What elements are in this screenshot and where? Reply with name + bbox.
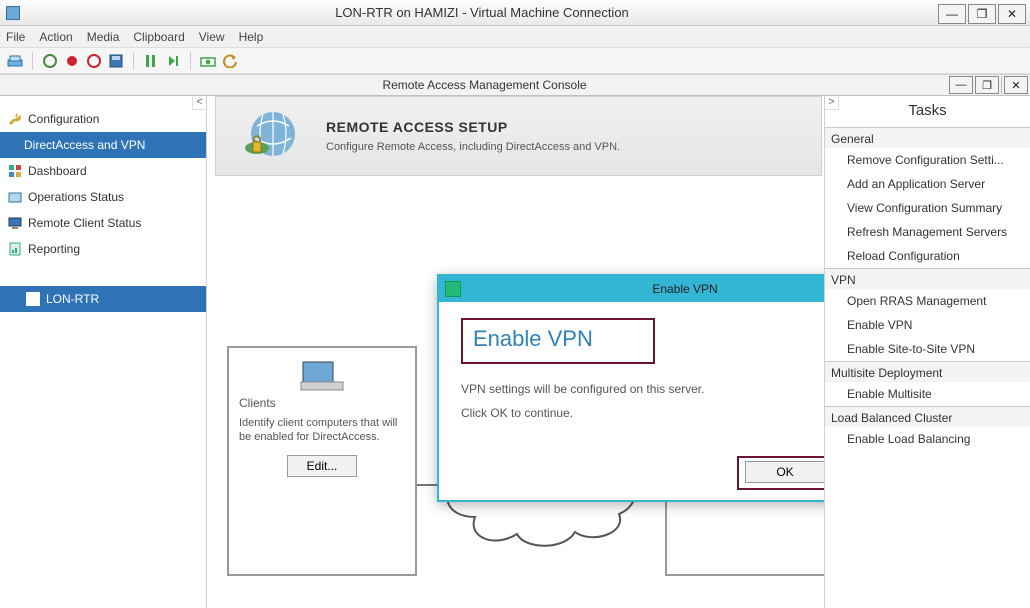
revert-icon[interactable]: [221, 52, 239, 70]
tasks-section-vpn: VPN: [825, 268, 1030, 289]
start-icon[interactable]: [41, 52, 59, 70]
nav-server-lon-rtr[interactable]: LON-RTR: [0, 286, 206, 312]
dialog-ok-highlight: OK: [737, 456, 824, 490]
nav-label: Remote Client Status: [28, 216, 141, 230]
dialog-titlebar[interactable]: Enable VPN ✕: [439, 276, 824, 302]
console-close-button[interactable]: ✕: [1004, 76, 1028, 94]
task-enable-s2s-vpn[interactable]: Enable Site-to-Site VPN: [825, 337, 1030, 361]
task-enable-vpn[interactable]: Enable VPN: [825, 313, 1030, 337]
dialog-line1: VPN settings will be configured on this …: [461, 382, 824, 396]
console-minimize-button[interactable]: —: [949, 76, 973, 94]
task-view-summary[interactable]: View Configuration Summary: [825, 196, 1030, 220]
nav-label: Operations Status: [28, 190, 124, 204]
console-title: Remote Access Management Console: [20, 78, 949, 92]
operations-icon: [8, 190, 22, 204]
step1-box: Clients Identify client computers that w…: [227, 346, 417, 576]
left-nav-pane: < Configuration DirectAccess and VPN Das…: [0, 96, 207, 608]
reset-icon[interactable]: [164, 52, 182, 70]
nav-label: Dashboard: [28, 164, 87, 178]
task-reload-config[interactable]: Reload Configuration: [825, 244, 1030, 268]
vm-maximize-button[interactable]: ❐: [968, 4, 996, 24]
tasks-section-multisite: Multisite Deployment: [825, 361, 1030, 382]
nav-label: Configuration: [28, 112, 99, 126]
step1-edit-button[interactable]: Edit...: [287, 455, 357, 477]
vm-window-buttons: — ❐ ✕: [938, 2, 1030, 24]
console-window-buttons: — ❐ ✕: [949, 76, 1028, 94]
banner-title: REMOTE ACCESS SETUP: [326, 119, 620, 135]
snapshot-icon[interactable]: [199, 52, 217, 70]
vm-titlebar: LON-RTR on HAMIZI - Virtual Machine Conn…: [0, 0, 1030, 26]
collapse-left-icon[interactable]: <: [192, 96, 206, 110]
menu-media[interactable]: Media: [87, 30, 120, 44]
menu-action[interactable]: Action: [39, 30, 72, 44]
center-canvas: REMOTE ACCESS SETUP Configure Remote Acc…: [207, 96, 824, 608]
banner-subtitle: Configure Remote Access, including Direc…: [326, 141, 620, 153]
task-remove-config[interactable]: Remove Configuration Setti...: [825, 148, 1030, 172]
nav-configuration[interactable]: Configuration: [0, 106, 206, 132]
nav-label: LON-RTR: [46, 292, 99, 306]
setup-banner: REMOTE ACCESS SETUP Configure Remote Acc…: [215, 96, 822, 176]
nav-directaccess-vpn[interactable]: DirectAccess and VPN: [0, 132, 206, 158]
vm-toolbar: [0, 48, 1030, 74]
dialog-title: Enable VPN: [467, 282, 824, 296]
tasks-pane: > Tasks General Remove Configuration Set…: [824, 96, 1030, 608]
vm-menubar: File Action Media Clipboard View Help: [0, 26, 1030, 48]
console-titlebar: Remote Access Management Console — ❐ ✕: [0, 74, 1030, 96]
client-computer-icon: [299, 358, 345, 394]
turnoff-icon[interactable]: [63, 52, 81, 70]
vm-minimize-button[interactable]: —: [938, 4, 966, 24]
menu-clipboard[interactable]: Clipboard: [133, 30, 184, 44]
nav-remote-client-status[interactable]: Remote Client Status: [0, 210, 206, 236]
task-enable-multisite[interactable]: Enable Multisite: [825, 382, 1030, 406]
nav-operations-status[interactable]: Operations Status: [0, 184, 206, 210]
nav-dashboard[interactable]: Dashboard: [0, 158, 206, 184]
task-open-rras[interactable]: Open RRAS Management: [825, 289, 1030, 313]
shutdown-icon[interactable]: [85, 52, 103, 70]
wrench-icon: [8, 112, 22, 126]
nav-reporting[interactable]: Reporting: [0, 236, 206, 262]
step1-subtitle: Clients: [239, 396, 405, 410]
tasks-section-lb: Load Balanced Cluster: [825, 406, 1030, 427]
dashboard-icon: [8, 164, 22, 178]
dialog-ok-button[interactable]: OK: [745, 461, 824, 483]
dialog-heading-highlight: Enable VPN: [461, 318, 655, 364]
task-enable-lb[interactable]: Enable Load Balancing: [825, 427, 1030, 451]
nav-label: DirectAccess and VPN: [24, 138, 145, 152]
vm-app-icon: [6, 6, 20, 20]
console-maximize-button[interactable]: ❐: [975, 76, 999, 94]
nav-label: Reporting: [28, 242, 80, 256]
server-icon: [26, 292, 40, 306]
task-add-app-server[interactable]: Add an Application Server: [825, 172, 1030, 196]
menu-file[interactable]: File: [6, 30, 25, 44]
dialog-heading: Enable VPN: [473, 326, 593, 351]
vm-title: LON-RTR on HAMIZI - Virtual Machine Conn…: [26, 5, 938, 20]
vm-close-button[interactable]: ✕: [998, 4, 1026, 24]
step1-desc: Identify client computers that will be e…: [239, 416, 405, 445]
monitor-icon: [8, 216, 22, 230]
menu-view[interactable]: View: [199, 30, 225, 44]
report-icon: [8, 242, 22, 256]
pause-icon[interactable]: [142, 52, 160, 70]
menu-help[interactable]: Help: [239, 30, 264, 44]
tasks-heading: Tasks: [825, 96, 1030, 127]
tasks-section-general: General: [825, 127, 1030, 148]
task-refresh-mgmt[interactable]: Refresh Management Servers: [825, 220, 1030, 244]
ctrl-alt-del-icon[interactable]: [6, 52, 24, 70]
dialog-line2: Click OK to continue.: [461, 406, 824, 420]
enable-vpn-dialog: Enable VPN ✕ Enable VPN VPN settings wil…: [437, 274, 824, 502]
expand-right-icon[interactable]: >: [825, 96, 839, 110]
globe-lock-icon: [216, 96, 326, 176]
dialog-app-icon: [445, 281, 461, 297]
save-icon[interactable]: [107, 52, 125, 70]
